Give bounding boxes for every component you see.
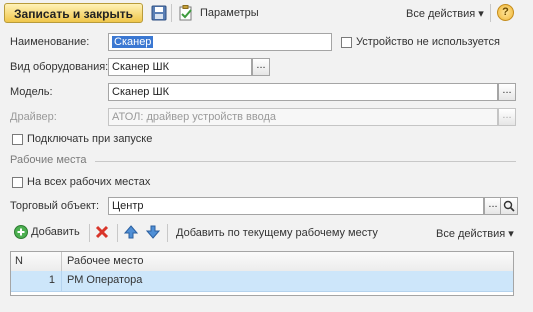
all-actions-menu[interactable]: Все действия ▾ — [406, 7, 484, 20]
model-label: Модель: — [10, 86, 53, 98]
plus-icon — [14, 225, 28, 239]
all-workplaces-checkbox[interactable] — [12, 177, 23, 188]
driver-select-button: ... — [498, 108, 516, 126]
toolbar-separator — [171, 4, 172, 22]
driver-field: АТОЛ: драйвер устройств ввода — [108, 108, 498, 126]
clipboard-check-icon[interactable] — [178, 5, 194, 21]
add-button[interactable]: Добавить — [14, 225, 80, 241]
save-and-close-button[interactable]: Записать и закрыть — [4, 3, 143, 23]
table-row[interactable]: 1 РМ Оператора — [11, 271, 513, 292]
save-icon[interactable] — [151, 5, 167, 21]
move-down-icon[interactable] — [145, 225, 162, 241]
trade-object-field[interactable]: Центр — [108, 197, 484, 215]
magnifier-icon — [503, 200, 515, 212]
connect-on-start-label: Подключать при запуске — [27, 133, 153, 145]
equipment-type-label: Вид оборудования: — [10, 61, 109, 73]
move-up-icon[interactable] — [123, 225, 140, 241]
cell-workplace: РМ Оператора — [67, 274, 143, 286]
connect-on-start-checkbox[interactable] — [12, 134, 23, 145]
column-header-workplace[interactable]: Рабочее место — [67, 252, 507, 271]
add-label: Добавить — [31, 226, 80, 238]
equipment-type-select-button[interactable]: ... — [252, 58, 270, 76]
column-divider — [61, 271, 62, 291]
name-label: Наименование: — [10, 36, 90, 48]
name-field[interactable]: Сканер — [108, 33, 332, 51]
all-actions-label: Все действия — [406, 8, 476, 20]
column-header-n[interactable]: N — [15, 252, 55, 271]
params-link[interactable]: Параметры — [200, 7, 259, 19]
table-all-actions-label: Все действия — [436, 228, 506, 240]
help-button[interactable]: ? — [497, 4, 514, 21]
toolbar-separator — [117, 224, 118, 242]
driver-label: Драйвер: — [10, 111, 57, 123]
unused-label: Устройство не используется — [356, 36, 500, 48]
unused-checkbox[interactable] — [341, 37, 352, 48]
model-select-button[interactable]: ... — [498, 83, 516, 101]
table-all-actions-menu[interactable]: Все действия ▾ — [436, 227, 514, 240]
model-field[interactable]: Сканер ШК — [108, 83, 498, 101]
cell-n: 1 — [48, 274, 55, 286]
workplaces-table[interactable]: N Рабочее место 1 РМ Оператора — [10, 251, 514, 296]
name-value: Сканер — [112, 36, 154, 48]
trade-object-search-button[interactable] — [500, 197, 518, 215]
table-header: N Рабочее место — [11, 252, 513, 272]
dropdown-arrow-icon: ▾ — [478, 8, 484, 20]
add-current-workplace-button[interactable]: Добавить по текущему рабочему месту — [176, 227, 378, 239]
trade-object-label: Торговый объект: — [10, 200, 100, 212]
section-divider — [95, 161, 516, 162]
column-divider — [61, 252, 62, 271]
delete-icon[interactable] — [95, 225, 111, 241]
all-workplaces-label: На всех рабочих местах — [27, 176, 151, 188]
workplaces-section-title: Рабочие места — [10, 154, 87, 166]
dropdown-arrow-icon: ▾ — [508, 228, 514, 240]
toolbar-separator — [89, 224, 90, 242]
toolbar-separator — [167, 224, 168, 242]
toolbar-separator — [490, 4, 491, 22]
equipment-type-field[interactable]: Сканер ШК — [108, 58, 252, 76]
